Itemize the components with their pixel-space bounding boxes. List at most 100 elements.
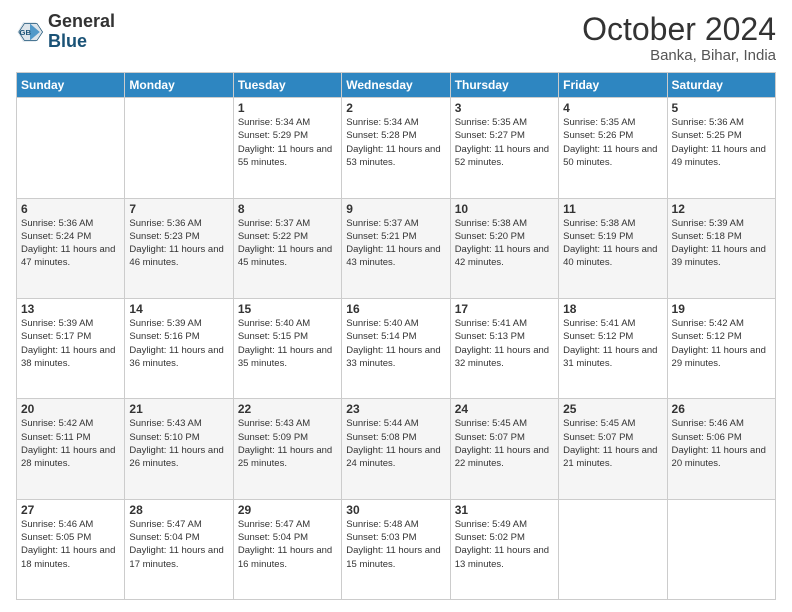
calendar-cell: 2Sunrise: 5:34 AMSunset: 5:28 PMDaylight… — [342, 98, 450, 198]
day-number: 1 — [238, 101, 337, 115]
day-info: Sunrise: 5:40 AMSunset: 5:14 PMDaylight:… — [346, 317, 445, 370]
header-friday: Friday — [559, 73, 667, 98]
day-number: 29 — [238, 503, 337, 517]
calendar-cell: 21Sunrise: 5:43 AMSunset: 5:10 PMDayligh… — [125, 399, 233, 499]
calendar-cell: 23Sunrise: 5:44 AMSunset: 5:08 PMDayligh… — [342, 399, 450, 499]
day-number: 11 — [563, 202, 662, 216]
day-info: Sunrise: 5:41 AMSunset: 5:13 PMDaylight:… — [455, 317, 554, 370]
day-number: 25 — [563, 402, 662, 416]
day-info: Sunrise: 5:36 AMSunset: 5:23 PMDaylight:… — [129, 217, 228, 270]
calendar-cell: 20Sunrise: 5:42 AMSunset: 5:11 PMDayligh… — [17, 399, 125, 499]
day-number: 21 — [129, 402, 228, 416]
day-info: Sunrise: 5:45 AMSunset: 5:07 PMDaylight:… — [563, 417, 662, 470]
day-info: Sunrise: 5:35 AMSunset: 5:26 PMDaylight:… — [563, 116, 662, 169]
calendar-cell: 26Sunrise: 5:46 AMSunset: 5:06 PMDayligh… — [667, 399, 775, 499]
day-number: 4 — [563, 101, 662, 115]
month-title: October 2024 — [582, 12, 776, 47]
day-number: 8 — [238, 202, 337, 216]
logo-text: General Blue — [48, 12, 115, 52]
day-info: Sunrise: 5:44 AMSunset: 5:08 PMDaylight:… — [346, 417, 445, 470]
header: GB General Blue October 2024 Banka, Biha… — [16, 12, 776, 64]
day-number: 18 — [563, 302, 662, 316]
day-number: 19 — [672, 302, 771, 316]
day-info: Sunrise: 5:47 AMSunset: 5:04 PMDaylight:… — [238, 518, 337, 571]
day-number: 7 — [129, 202, 228, 216]
day-number: 28 — [129, 503, 228, 517]
calendar-cell: 27Sunrise: 5:46 AMSunset: 5:05 PMDayligh… — [17, 499, 125, 599]
day-info: Sunrise: 5:45 AMSunset: 5:07 PMDaylight:… — [455, 417, 554, 470]
calendar-cell: 29Sunrise: 5:47 AMSunset: 5:04 PMDayligh… — [233, 499, 341, 599]
day-info: Sunrise: 5:39 AMSunset: 5:16 PMDaylight:… — [129, 317, 228, 370]
day-info: Sunrise: 5:48 AMSunset: 5:03 PMDaylight:… — [346, 518, 445, 571]
logo-icon: GB — [16, 18, 44, 46]
calendar-cell: 19Sunrise: 5:42 AMSunset: 5:12 PMDayligh… — [667, 298, 775, 398]
header-saturday: Saturday — [667, 73, 775, 98]
calendar-cell — [559, 499, 667, 599]
calendar-cell: 18Sunrise: 5:41 AMSunset: 5:12 PMDayligh… — [559, 298, 667, 398]
day-info: Sunrise: 5:35 AMSunset: 5:27 PMDaylight:… — [455, 116, 554, 169]
day-info: Sunrise: 5:34 AMSunset: 5:29 PMDaylight:… — [238, 116, 337, 169]
day-number: 9 — [346, 202, 445, 216]
calendar-cell: 25Sunrise: 5:45 AMSunset: 5:07 PMDayligh… — [559, 399, 667, 499]
day-info: Sunrise: 5:39 AMSunset: 5:18 PMDaylight:… — [672, 217, 771, 270]
calendar-cell: 17Sunrise: 5:41 AMSunset: 5:13 PMDayligh… — [450, 298, 558, 398]
location: Banka, Bihar, India — [582, 47, 776, 64]
calendar-week-0: 1Sunrise: 5:34 AMSunset: 5:29 PMDaylight… — [17, 98, 776, 198]
day-number: 27 — [21, 503, 120, 517]
day-number: 13 — [21, 302, 120, 316]
day-number: 10 — [455, 202, 554, 216]
logo-general: General — [48, 11, 115, 31]
calendar-week-4: 27Sunrise: 5:46 AMSunset: 5:05 PMDayligh… — [17, 499, 776, 599]
day-info: Sunrise: 5:34 AMSunset: 5:28 PMDaylight:… — [346, 116, 445, 169]
calendar-cell — [125, 98, 233, 198]
day-info: Sunrise: 5:43 AMSunset: 5:10 PMDaylight:… — [129, 417, 228, 470]
day-info: Sunrise: 5:39 AMSunset: 5:17 PMDaylight:… — [21, 317, 120, 370]
day-info: Sunrise: 5:49 AMSunset: 5:02 PMDaylight:… — [455, 518, 554, 571]
day-info: Sunrise: 5:38 AMSunset: 5:20 PMDaylight:… — [455, 217, 554, 270]
day-info: Sunrise: 5:36 AMSunset: 5:25 PMDaylight:… — [672, 116, 771, 169]
day-number: 31 — [455, 503, 554, 517]
logo: GB General Blue — [16, 12, 115, 52]
day-info: Sunrise: 5:42 AMSunset: 5:11 PMDaylight:… — [21, 417, 120, 470]
day-info: Sunrise: 5:38 AMSunset: 5:19 PMDaylight:… — [563, 217, 662, 270]
day-number: 24 — [455, 402, 554, 416]
calendar-cell: 30Sunrise: 5:48 AMSunset: 5:03 PMDayligh… — [342, 499, 450, 599]
calendar-cell: 12Sunrise: 5:39 AMSunset: 5:18 PMDayligh… — [667, 198, 775, 298]
day-info: Sunrise: 5:47 AMSunset: 5:04 PMDaylight:… — [129, 518, 228, 571]
day-number: 14 — [129, 302, 228, 316]
header-tuesday: Tuesday — [233, 73, 341, 98]
calendar-cell: 24Sunrise: 5:45 AMSunset: 5:07 PMDayligh… — [450, 399, 558, 499]
day-number: 3 — [455, 101, 554, 115]
svg-text:GB: GB — [20, 28, 32, 37]
day-number: 23 — [346, 402, 445, 416]
header-wednesday: Wednesday — [342, 73, 450, 98]
day-info: Sunrise: 5:46 AMSunset: 5:05 PMDaylight:… — [21, 518, 120, 571]
calendar-cell: 13Sunrise: 5:39 AMSunset: 5:17 PMDayligh… — [17, 298, 125, 398]
day-info: Sunrise: 5:41 AMSunset: 5:12 PMDaylight:… — [563, 317, 662, 370]
calendar-cell: 9Sunrise: 5:37 AMSunset: 5:21 PMDaylight… — [342, 198, 450, 298]
page: GB General Blue October 2024 Banka, Biha… — [0, 0, 792, 612]
calendar-cell: 16Sunrise: 5:40 AMSunset: 5:14 PMDayligh… — [342, 298, 450, 398]
calendar-cell: 6Sunrise: 5:36 AMSunset: 5:24 PMDaylight… — [17, 198, 125, 298]
calendar-cell — [17, 98, 125, 198]
day-number: 20 — [21, 402, 120, 416]
calendar-cell — [667, 499, 775, 599]
header-monday: Monday — [125, 73, 233, 98]
logo-blue: Blue — [48, 31, 87, 51]
calendar-week-1: 6Sunrise: 5:36 AMSunset: 5:24 PMDaylight… — [17, 198, 776, 298]
day-info: Sunrise: 5:40 AMSunset: 5:15 PMDaylight:… — [238, 317, 337, 370]
day-info: Sunrise: 5:46 AMSunset: 5:06 PMDaylight:… — [672, 417, 771, 470]
day-number: 16 — [346, 302, 445, 316]
day-info: Sunrise: 5:42 AMSunset: 5:12 PMDaylight:… — [672, 317, 771, 370]
calendar-cell: 7Sunrise: 5:36 AMSunset: 5:23 PMDaylight… — [125, 198, 233, 298]
day-number: 22 — [238, 402, 337, 416]
day-info: Sunrise: 5:37 AMSunset: 5:22 PMDaylight:… — [238, 217, 337, 270]
calendar-cell: 31Sunrise: 5:49 AMSunset: 5:02 PMDayligh… — [450, 499, 558, 599]
title-block: October 2024 Banka, Bihar, India — [582, 12, 776, 64]
calendar-cell: 10Sunrise: 5:38 AMSunset: 5:20 PMDayligh… — [450, 198, 558, 298]
header-thursday: Thursday — [450, 73, 558, 98]
day-info: Sunrise: 5:43 AMSunset: 5:09 PMDaylight:… — [238, 417, 337, 470]
calendar-cell: 4Sunrise: 5:35 AMSunset: 5:26 PMDaylight… — [559, 98, 667, 198]
day-info: Sunrise: 5:37 AMSunset: 5:21 PMDaylight:… — [346, 217, 445, 270]
day-number: 26 — [672, 402, 771, 416]
